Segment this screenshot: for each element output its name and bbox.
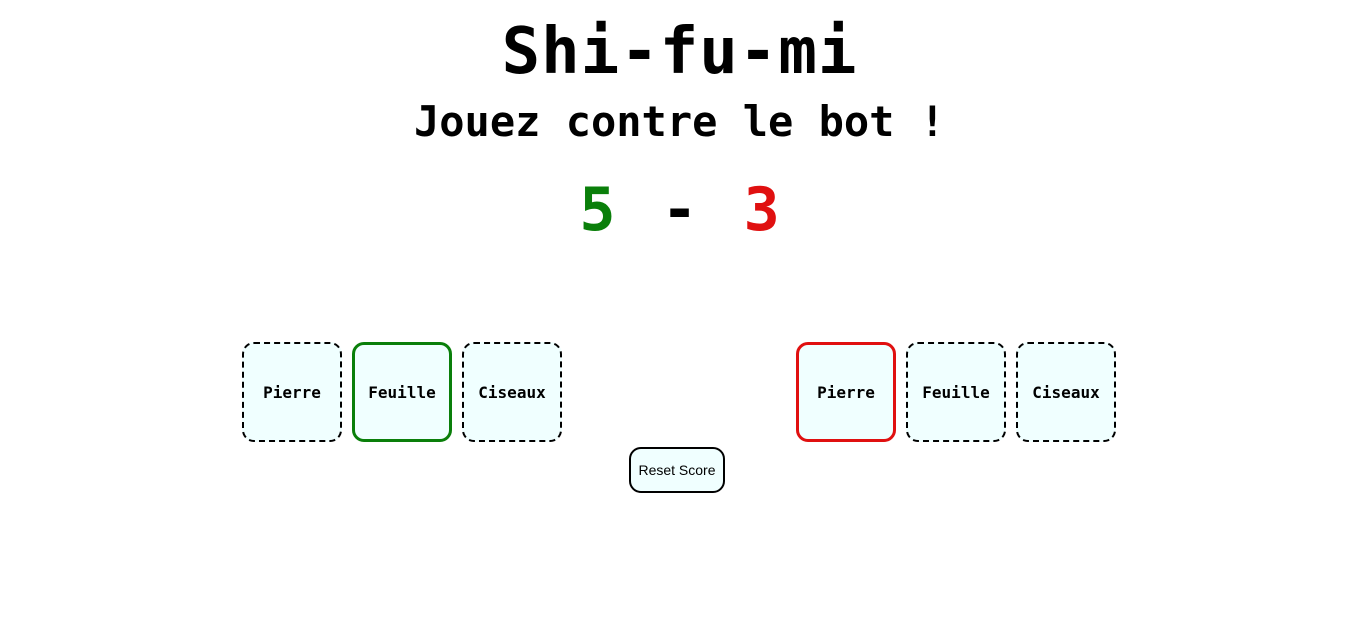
scoreboard: 5-3 <box>0 178 1359 242</box>
page-title: Shi-fu-mi <box>501 15 858 89</box>
reset-score-button[interactable]: Reset Score <box>629 447 725 493</box>
player-choice-pierre[interactable]: Pierre <box>242 342 342 442</box>
page-subtitle: Jouez contre le bot ! <box>413 97 945 146</box>
bot-choice-feuille: Feuille <box>906 342 1006 442</box>
score-separator: - <box>661 175 698 245</box>
player-score: 5 <box>579 175 616 245</box>
bot-score: 3 <box>743 175 780 245</box>
player-choice-ciseaux[interactable]: Ciseaux <box>462 342 562 442</box>
bot-choice-pierre: Pierre <box>796 342 896 442</box>
player-choice-feuille[interactable]: Feuille <box>352 342 452 442</box>
bot-choice-ciseaux: Ciseaux <box>1016 342 1116 442</box>
